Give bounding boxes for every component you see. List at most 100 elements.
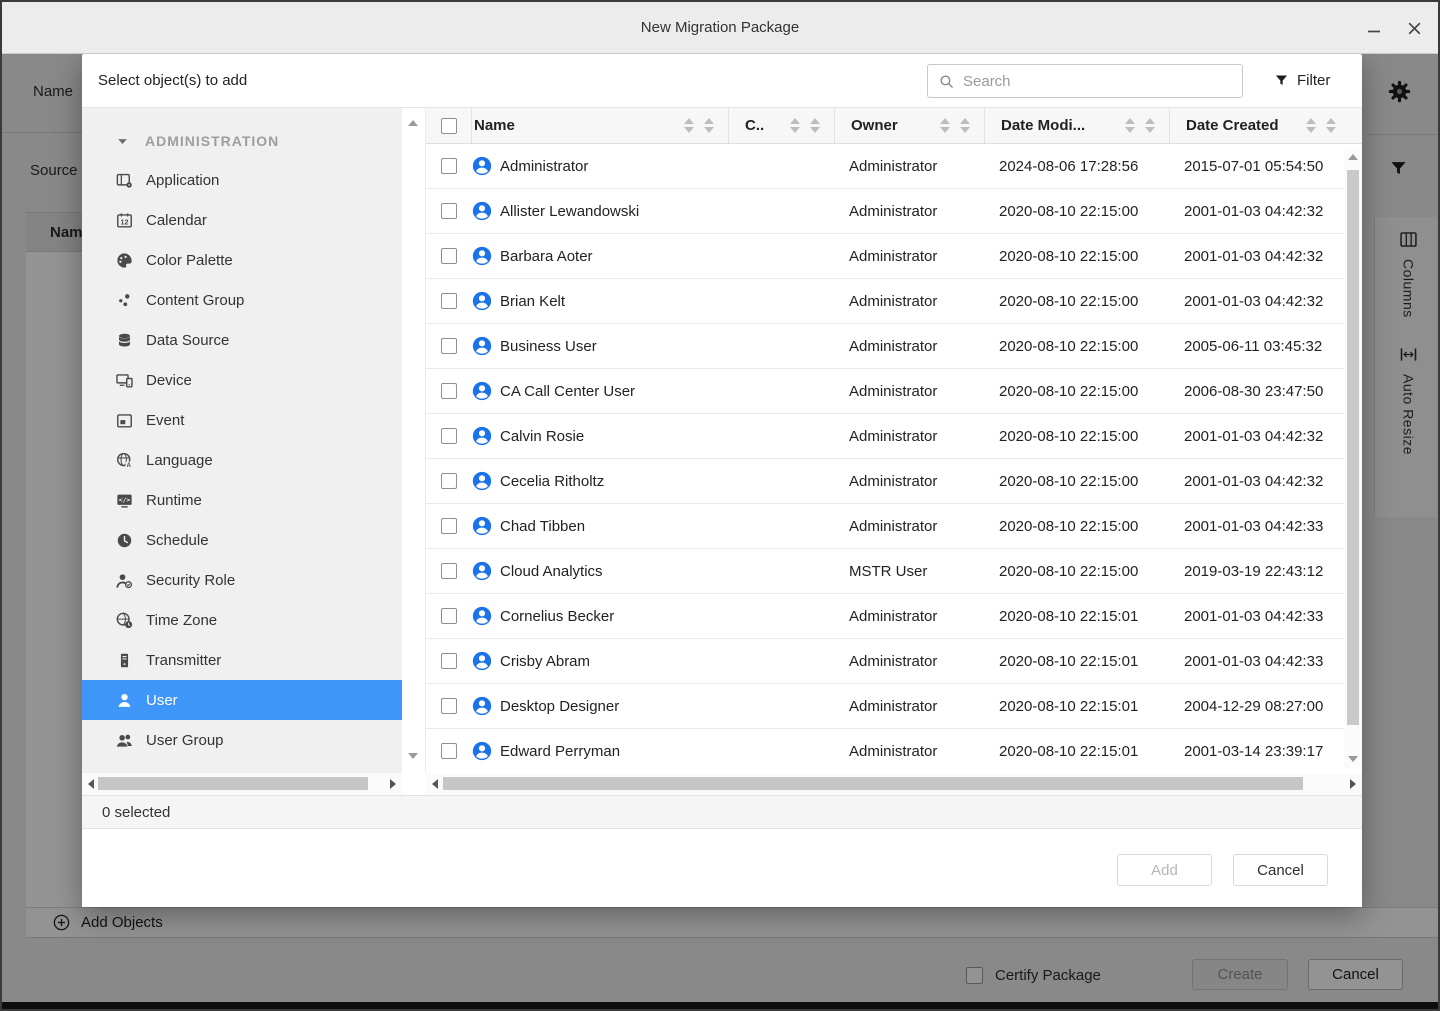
table-row[interactable]: Cloud AnalyticsMSTR User2020-08-10 22:15… (426, 549, 1362, 594)
scroll-right-icon[interactable] (390, 779, 396, 789)
sort-ascending-icon[interactable] (1326, 118, 1336, 124)
sort-descending-icon[interactable] (810, 127, 820, 133)
table-row[interactable]: Edward PerrymanAdministrator2020-08-10 2… (426, 729, 1362, 774)
add-button[interactable]: Add (1117, 854, 1212, 886)
sort-descending-icon[interactable] (940, 127, 950, 133)
scroll-right-icon[interactable] (1350, 779, 1356, 789)
sidebar-item-time-zone[interactable]: Time Zone (82, 600, 402, 640)
sidebar-item-label: Event (146, 412, 184, 429)
row-checkbox[interactable] (441, 653, 457, 669)
table-horizontal-scrollbar[interactable] (426, 773, 1362, 795)
table-row[interactable]: Barbara AoterAdministrator2020-08-10 22:… (426, 234, 1362, 279)
table-row[interactable]: Desktop DesignerAdministrator2020-08-10 … (426, 684, 1362, 729)
sort-descending-icon[interactable] (684, 127, 694, 133)
row-checkbox[interactable] (441, 698, 457, 714)
sort-ascending-icon[interactable] (1125, 118, 1135, 124)
row-checkbox[interactable] (441, 743, 457, 759)
sidebar-item-user-group[interactable]: User Group (82, 720, 402, 760)
row-checkbox[interactable] (441, 293, 457, 309)
sort-ascending-icon[interactable] (1306, 118, 1316, 124)
sort-arrows[interactable] (940, 118, 970, 133)
sort-descending-icon[interactable] (704, 127, 714, 133)
sort-descending-icon[interactable] (960, 127, 970, 133)
sidebar-vertical-scrollbar[interactable] (402, 108, 426, 773)
sort-arrows[interactable] (684, 118, 714, 133)
sort-ascending-icon[interactable] (1145, 118, 1155, 124)
scrollbar-thumb[interactable] (98, 777, 368, 790)
row-checkbox[interactable] (441, 338, 457, 354)
minimize-button[interactable] (1362, 16, 1386, 40)
sort-ascending-icon[interactable] (684, 118, 694, 124)
table-row[interactable]: Cecelia RitholtzAdministrator2020-08-10 … (426, 459, 1362, 504)
sort-descending-icon[interactable] (790, 127, 800, 133)
table-vertical-scrollbar[interactable] (1344, 148, 1362, 768)
sidebar-item-transmitter[interactable]: Transmitter (82, 640, 402, 680)
sidebar-item-device[interactable]: Device (82, 360, 402, 400)
column-header-date-modi-[interactable]: Date Modi... (985, 108, 1170, 143)
sidebar-horizontal-scrollbar[interactable] (82, 773, 402, 795)
table-row[interactable]: Calvin RosieAdministrator2020-08-10 22:1… (426, 414, 1362, 459)
sort-descending-icon[interactable] (1125, 127, 1135, 133)
scrollbar-thumb[interactable] (443, 777, 1303, 790)
row-checkbox[interactable] (441, 383, 457, 399)
sidebar-item-calendar[interactable]: 12Calendar (82, 200, 402, 240)
sidebar-section-administration[interactable]: ADMINISTRATION (82, 122, 402, 160)
scroll-left-icon[interactable] (432, 779, 438, 789)
sort-ascending-icon[interactable] (960, 118, 970, 124)
sort-ascending-icon[interactable] (940, 118, 950, 124)
search-input[interactable] (963, 73, 1242, 90)
sidebar-item-application[interactable]: Application (82, 160, 402, 200)
scroll-left-icon[interactable] (88, 779, 94, 789)
sidebar-item-schedule[interactable]: Schedule (82, 520, 402, 560)
table-row[interactable]: Chad TibbenAdministrator2020-08-10 22:15… (426, 504, 1362, 549)
column-header-owner[interactable]: Owner (835, 108, 985, 143)
table-row[interactable]: Brian KeltAdministrator2020-08-10 22:15:… (426, 279, 1362, 324)
row-checkbox[interactable] (441, 518, 457, 534)
user-avatar-icon (472, 471, 492, 491)
row-checkbox[interactable] (441, 608, 457, 624)
scroll-up-icon[interactable] (408, 120, 418, 126)
cell-owner: Administrator (835, 383, 985, 400)
row-checkbox[interactable] (441, 248, 457, 264)
select-all-checkbox[interactable] (441, 118, 457, 134)
sidebar-item-security-role[interactable]: Security Role (82, 560, 402, 600)
sort-descending-icon[interactable] (1145, 127, 1155, 133)
scrollbar-thumb[interactable] (1347, 170, 1359, 725)
scroll-down-icon[interactable] (408, 753, 418, 759)
sidebar-item-language[interactable]: ALanguage (82, 440, 402, 480)
table-row[interactable]: Cornelius BeckerAdministrator2020-08-10 … (426, 594, 1362, 639)
row-checkbox[interactable] (441, 563, 457, 579)
column-header-c-[interactable]: C.. (729, 108, 835, 143)
sidebar-item-user[interactable]: User (82, 680, 402, 720)
table-row[interactable]: CA Call Center UserAdministrator2020-08-… (426, 369, 1362, 414)
table-row[interactable]: Crisby AbramAdministrator2020-08-10 22:1… (426, 639, 1362, 684)
sidebar-item-data-source[interactable]: Data Source (82, 320, 402, 360)
sort-descending-icon[interactable] (1306, 127, 1316, 133)
sort-arrows[interactable] (1125, 118, 1155, 133)
row-checkbox[interactable] (441, 428, 457, 444)
column-header-date-created[interactable]: Date Created (1170, 108, 1362, 143)
sidebar-item-color-palette[interactable]: Color Palette (82, 240, 402, 280)
row-checkbox[interactable] (441, 203, 457, 219)
sort-arrows[interactable] (790, 118, 820, 133)
sidebar-item-content-group[interactable]: Content Group (82, 280, 402, 320)
row-checkbox[interactable] (441, 158, 457, 174)
sidebar-item-event[interactable]: Event (82, 400, 402, 440)
sort-descending-icon[interactable] (1326, 127, 1336, 133)
scroll-up-icon[interactable] (1348, 154, 1358, 160)
scroll-down-icon[interactable] (1348, 756, 1358, 762)
sort-ascending-icon[interactable] (810, 118, 820, 124)
sort-arrows[interactable] (1306, 118, 1336, 133)
filter-button[interactable]: Filter (1274, 54, 1330, 107)
sort-ascending-icon[interactable] (790, 118, 800, 124)
table-row[interactable]: AdministratorAdministrator2024-08-06 17:… (426, 144, 1362, 189)
cancel-button[interactable]: Cancel (1233, 854, 1328, 886)
table-row[interactable]: Allister LewandowskiAdministrator2020-08… (426, 189, 1362, 234)
cell-date-modified: 2020-08-10 22:15:00 (985, 248, 1170, 265)
close-button[interactable] (1402, 16, 1426, 40)
sidebar-item-runtime[interactable]: </>Runtime (82, 480, 402, 520)
sort-ascending-icon[interactable] (704, 118, 714, 124)
row-checkbox[interactable] (441, 473, 457, 489)
table-row[interactable]: Business UserAdministrator2020-08-10 22:… (426, 324, 1362, 369)
column-header-name[interactable]: Name (472, 108, 729, 143)
